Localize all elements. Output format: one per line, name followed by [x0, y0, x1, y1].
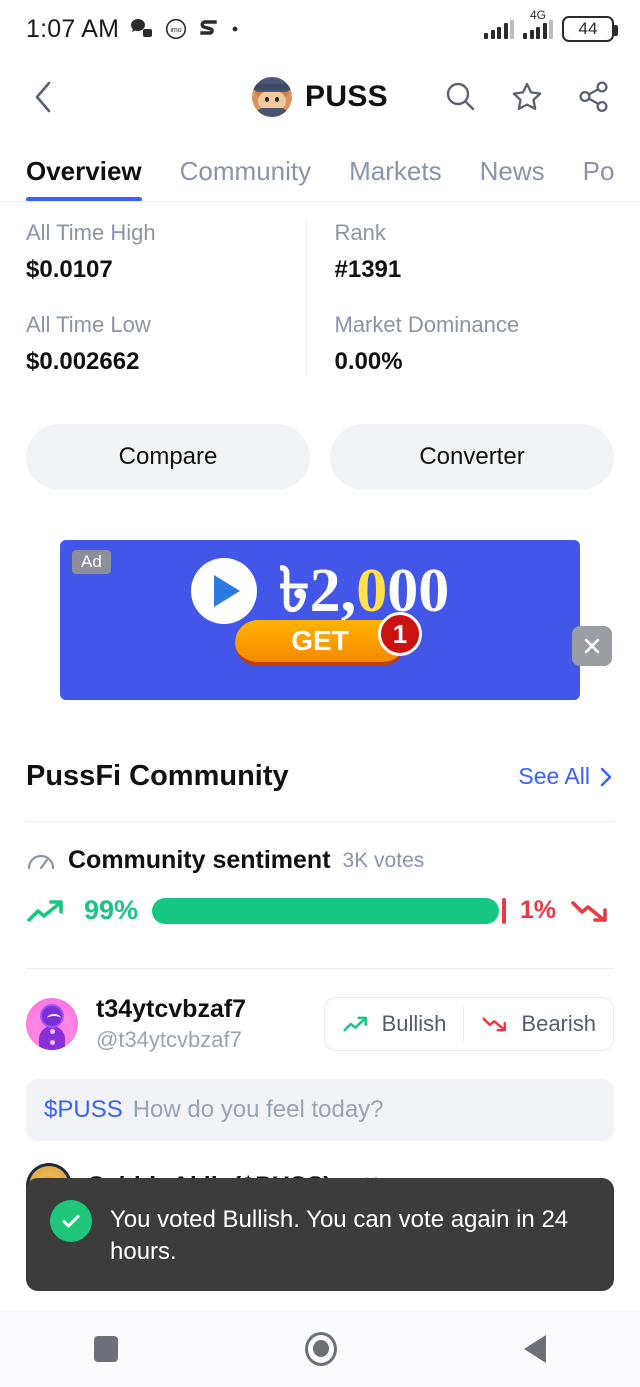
comment-placeholder: How do you feel today? [132, 1096, 384, 1123]
dot-icon [231, 25, 239, 33]
ad-close-icon[interactable] [572, 626, 612, 666]
chevron-right-icon [600, 767, 612, 786]
user-name: t34ytcvbzaf7 [96, 995, 247, 1023]
imo-icon: imo [165, 18, 187, 40]
tab-bar[interactable]: Overview Community Markets News Po [0, 136, 640, 202]
bullish-label: Bullish [381, 1011, 447, 1036]
back-triangle-icon[interactable] [524, 1334, 547, 1363]
market-dominance-label: Market Dominance [334, 312, 520, 337]
sentiment-bar [152, 897, 506, 924]
app-header: PUSS [0, 58, 640, 136]
ad-amount-prefix: ৳2, [278, 557, 357, 625]
ad-cta-badge: 1 [378, 612, 422, 656]
s-app-icon [198, 18, 220, 40]
trend-up-icon [343, 1016, 367, 1032]
header-actions [440, 77, 614, 117]
ad-amount-highlight: 0 [356, 557, 388, 625]
android-nav-bar [0, 1310, 640, 1387]
ad-cta-wrapper: GET 1 [60, 612, 580, 666]
stats-column-left: All Time High $0.0107 All Time Low $0.00… [26, 220, 306, 376]
status-time: 1:07 AM [26, 14, 120, 43]
user-info: t34ytcvbzaf7 @t34ytcvbzaf7 [96, 995, 246, 1053]
sentiment-title: Community sentiment [68, 846, 331, 874]
cash-tag: $PUSS [44, 1096, 123, 1123]
converter-button[interactable]: Converter [330, 424, 614, 490]
sentiment-bar-bearish [502, 897, 506, 924]
sentiment-header: Community sentiment 3K votes [26, 846, 614, 875]
tab-community[interactable]: Community [180, 156, 311, 201]
battery-icon: 44 [562, 16, 618, 42]
trend-up-icon [27, 899, 63, 922]
ad-content-row: ৳2,000 [60, 540, 580, 624]
ad-banner[interactable]: Ad ৳2,000 GET 1 [60, 540, 580, 700]
network-label: 4G [530, 7, 547, 22]
all-time-low-label: All Time Low [26, 312, 151, 337]
ad-banner-wrapper: Ad ৳2,000 GET 1 [0, 540, 640, 700]
community-section-header: PussFi Community See All [0, 700, 640, 793]
all-time-high-label: All Time High [26, 220, 156, 245]
compare-button[interactable]: Compare [26, 424, 310, 490]
phone-screen: 1:07 AM imo 4G 44 PUSS Overview Communit… [0, 0, 640, 1387]
see-all-label: See All [518, 763, 590, 789]
user-handle: @t34ytcvbzaf7 [96, 1027, 242, 1052]
tab-news[interactable]: News [480, 156, 545, 201]
user-vote-row: t34ytcvbzaf7 @t34ytcvbzaf7 Bullish Beari… [0, 969, 640, 1053]
bullish-percent: 99% [84, 895, 139, 925]
all-time-high-value: $0.0107 [26, 256, 113, 283]
bearish-percent: 1% [519, 896, 556, 924]
bullish-vote-button[interactable]: Bullish [325, 998, 464, 1050]
sentiment-bar-row: 99% 1% [26, 895, 614, 926]
rank-label: Rank [334, 220, 386, 245]
user-avatar[interactable] [26, 998, 78, 1050]
see-all-link[interactable]: See All [518, 763, 614, 790]
back-button[interactable] [26, 79, 62, 115]
status-bar: 1:07 AM imo 4G 44 [0, 0, 640, 58]
signal-bars-icon-1 [484, 19, 514, 39]
tab-markets[interactable]: Markets [349, 156, 441, 201]
stats-grid: All Time High $0.0107 All Time Low $0.00… [0, 202, 640, 376]
market-dominance-value: 0.00% [334, 348, 403, 375]
stats-column-right: Rank #1391 Market Dominance 0.00% [305, 220, 615, 376]
signal-4g-icon: 4G [523, 8, 553, 39]
vote-toggle[interactable]: Bullish Bearish [323, 997, 614, 1051]
bearish-vote-button[interactable]: Bearish [464, 998, 613, 1050]
share-icon[interactable] [574, 77, 614, 117]
svg-text:imo: imo [170, 27, 181, 34]
recents-square-icon[interactable] [93, 1335, 118, 1362]
page-title: PUSS [305, 80, 388, 113]
play-icon [190, 558, 257, 624]
bearish-label: Bearish [521, 1011, 596, 1036]
search-icon[interactable] [440, 77, 480, 117]
check-circle-icon [50, 1200, 92, 1242]
community-sentiment: Community sentiment 3K votes 99% 1% [0, 822, 640, 926]
comment-input[interactable]: $PUSS How do you feel today? [26, 1079, 614, 1141]
trend-down-icon [482, 1017, 507, 1032]
all-time-low-value: $0.002662 [26, 348, 140, 375]
home-circle-icon[interactable] [304, 1331, 337, 1366]
tab-portfolio[interactable]: Po [583, 156, 615, 201]
action-buttons: Compare Converter [0, 376, 640, 490]
status-bar-right: 4G 44 [484, 8, 618, 42]
rank-value: #1391 [334, 256, 402, 283]
tab-overview[interactable]: Overview [26, 156, 142, 201]
status-bar-left: 1:07 AM imo [26, 15, 239, 44]
messenger-icon [130, 18, 154, 40]
ad-amount: ৳2,000 [279, 560, 449, 622]
battery-level: 44 [578, 19, 598, 38]
toast-message: You voted Bullish. You can vote again in… [110, 1206, 569, 1266]
star-icon[interactable] [507, 77, 547, 117]
sentiment-bar-bullish [152, 897, 500, 924]
gauge-icon [27, 854, 55, 869]
ad-badge: Ad [72, 550, 111, 574]
trend-down-icon [571, 900, 607, 922]
puss-cat-avatar-icon [252, 77, 293, 117]
community-section-title: PussFi Community [26, 760, 289, 792]
toast-notification: You voted Bullish. You can vote again in… [26, 1178, 614, 1291]
sentiment-votes: 3K votes [342, 848, 425, 872]
